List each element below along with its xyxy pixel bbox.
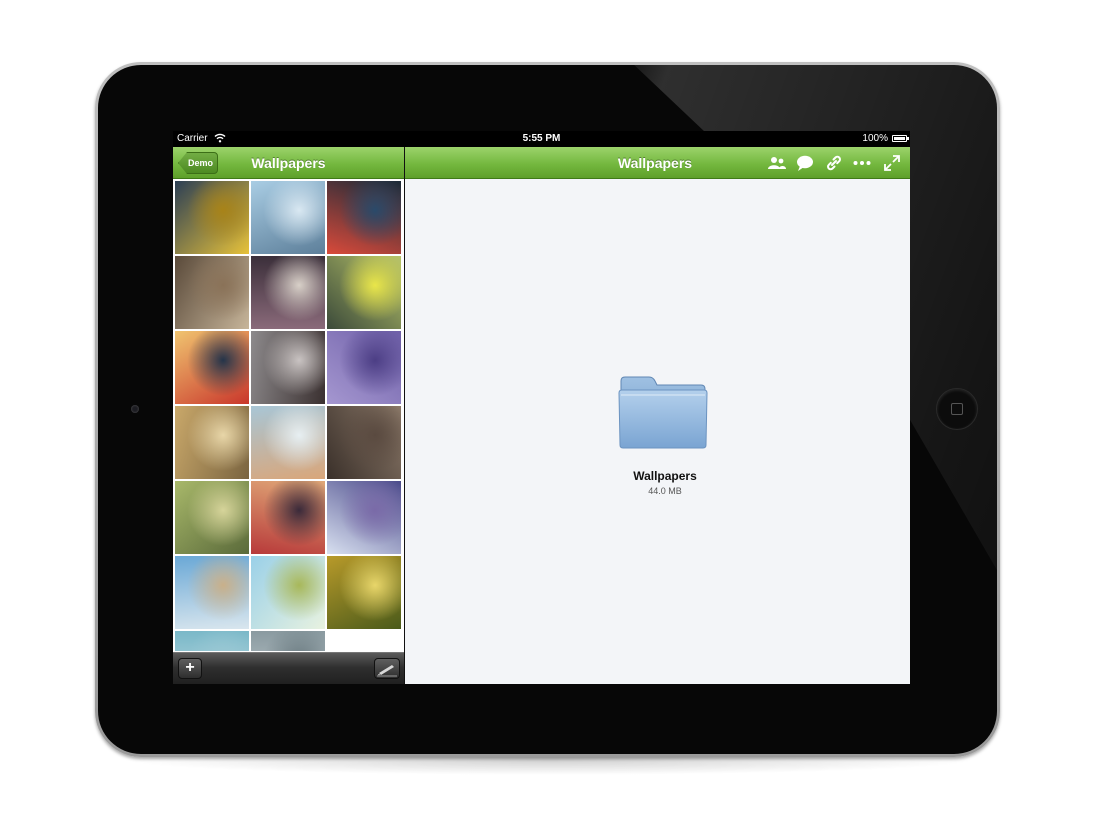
home-square-icon [951, 403, 963, 415]
photo-thumbnail-sky-blur[interactable] [175, 556, 249, 629]
fullscreen-icon[interactable] [882, 154, 902, 172]
photo-thumbnail-chipmunk[interactable] [175, 256, 249, 329]
folder-size: 44.0 MB [648, 486, 682, 496]
folder-name: Wallpapers [633, 469, 697, 483]
right-navigation-bar: Wallpapers [405, 147, 910, 179]
battery-percent: 100% [862, 133, 888, 144]
photo-thumbnail-yellow-rope[interactable] [175, 181, 249, 254]
comment-icon[interactable] [795, 154, 815, 172]
photo-thumbnail-willow-bud[interactable] [251, 556, 325, 629]
link-icon[interactable] [824, 154, 844, 172]
folder-icon[interactable] [615, 375, 711, 451]
right-pane-title: Wallpapers [617, 155, 693, 171]
photo-thumbnail-dry-plant[interactable] [251, 331, 325, 404]
left-pane: Demo Wallpapers + [173, 147, 404, 684]
add-button[interactable]: + [178, 658, 202, 679]
stage: Carrier 5:55 PM 100% Demo Wallpapers + W… [0, 0, 1095, 815]
photo-thumbnail-teal-partial[interactable] [175, 631, 249, 651]
edit-button[interactable] [374, 658, 400, 679]
left-bottom-toolbar: + [173, 652, 404, 684]
photo-thumbnail-wood-log[interactable] [327, 406, 401, 479]
photo-thumbnail-yellow-blur[interactable] [327, 556, 401, 629]
left-navigation-bar: Demo Wallpapers [173, 147, 404, 179]
left-pane-title: Wallpapers [251, 155, 326, 171]
photo-thumbnail-blue-branches[interactable] [251, 181, 325, 254]
photo-thumbnail-moss[interactable] [175, 481, 249, 554]
photo-thumbnail-traffic-light[interactable] [327, 181, 401, 254]
front-camera [131, 405, 139, 413]
status-bar: Carrier 5:55 PM 100% [173, 131, 910, 147]
photo-thumbnail-blue-ice[interactable] [327, 481, 401, 554]
battery-icon [892, 135, 909, 142]
back-button[interactable]: Demo [178, 152, 218, 174]
right-pane: Wallpapers Wallpapers 44.0 MB [405, 147, 910, 684]
photo-thumbnail-purple-blur[interactable] [327, 331, 401, 404]
photo-thumbnail-red-bokeh[interactable] [251, 481, 325, 554]
photo-thumbnail-green-sign[interactable] [327, 256, 401, 329]
more-icon[interactable] [852, 154, 872, 172]
status-time: 5:55 PM [522, 133, 561, 144]
share-users-icon[interactable] [767, 154, 787, 172]
photo-grid [175, 181, 403, 651]
photo-thumbnail-blossom[interactable] [251, 406, 325, 479]
pencil-icon [377, 665, 397, 677]
photo-thumbnail-grey-partial[interactable] [251, 631, 325, 651]
photo-thumbnail-red-stripe[interactable] [175, 331, 249, 404]
home-button[interactable] [936, 388, 978, 430]
screen: Carrier 5:55 PM 100% Demo Wallpapers + W… [173, 131, 910, 684]
photo-thumbnail-toy-bike[interactable] [251, 256, 325, 329]
photo-thumbnail-golden-grass[interactable] [175, 406, 249, 479]
